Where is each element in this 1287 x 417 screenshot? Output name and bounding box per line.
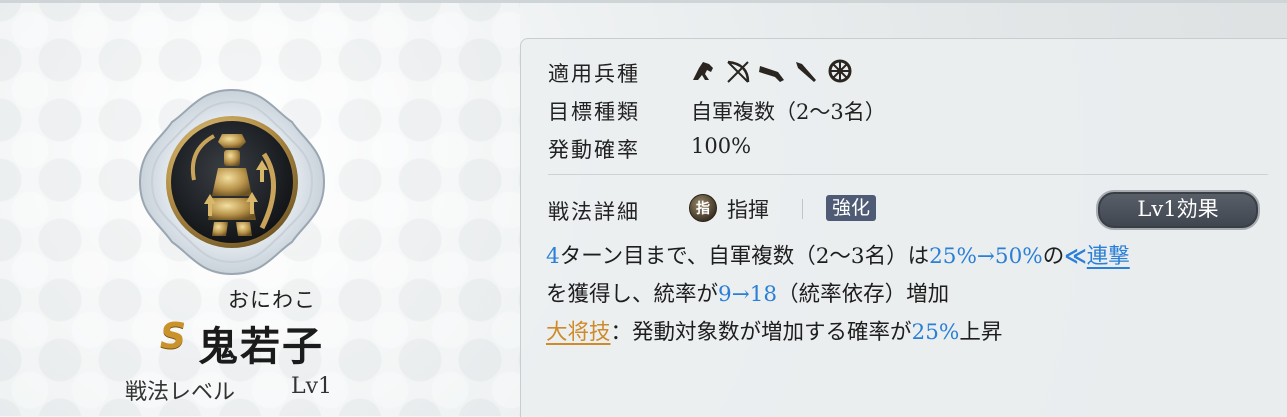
troop-type-icons bbox=[690, 58, 854, 84]
activation-rate-label: 発動確率 bbox=[548, 138, 640, 162]
top-border bbox=[0, 0, 1287, 3]
target-type-value: 自軍複数（2〜3名） bbox=[691, 100, 886, 124]
skill-level-value: Lv1 bbox=[291, 374, 333, 399]
chain-attack-link[interactable]: 連撃 bbox=[1087, 244, 1130, 269]
level-effect-button[interactable]: Lv1効果 bbox=[1096, 190, 1260, 230]
section-divider bbox=[548, 174, 1268, 175]
enhance-badge: 強化 bbox=[826, 195, 877, 221]
chance-value: 25% bbox=[911, 320, 960, 345]
skill-detail-label: 戦法詳細 bbox=[548, 200, 640, 224]
cavalry-icon bbox=[690, 58, 718, 84]
activation-rate-value: 100% bbox=[691, 134, 752, 158]
skill-name: 鬼若子 bbox=[198, 323, 324, 370]
skill-rank: S bbox=[160, 316, 186, 357]
skill-level-label: 戦法レベル bbox=[125, 380, 236, 405]
skill-emblem bbox=[134, 84, 330, 280]
skill-description: 4ターン目まで、自軍複数（2〜3名）は25%→50%の≪連撃 を獲得し、統率が9… bbox=[546, 244, 1130, 345]
stat-range: 9→18 bbox=[718, 282, 778, 307]
command-type-icon: 指 bbox=[689, 194, 717, 222]
vertical-separator bbox=[802, 199, 803, 219]
gun-icon bbox=[758, 58, 786, 84]
wheel-icon bbox=[826, 58, 854, 84]
bow-icon bbox=[724, 58, 752, 84]
general-skill-link[interactable]: 大将技 bbox=[546, 320, 611, 345]
spear-icon bbox=[792, 58, 820, 84]
target-type-label: 目標種類 bbox=[548, 100, 640, 124]
skill-furigana: おにわこ bbox=[228, 288, 316, 312]
turns-value: 4 bbox=[546, 244, 560, 269]
troop-type-label: 適用兵種 bbox=[548, 62, 640, 86]
command-type-label: 指揮 bbox=[727, 198, 769, 222]
chain-attack-icon: ≪ bbox=[1064, 244, 1087, 269]
percent-range: 25%→50% bbox=[929, 244, 1043, 269]
